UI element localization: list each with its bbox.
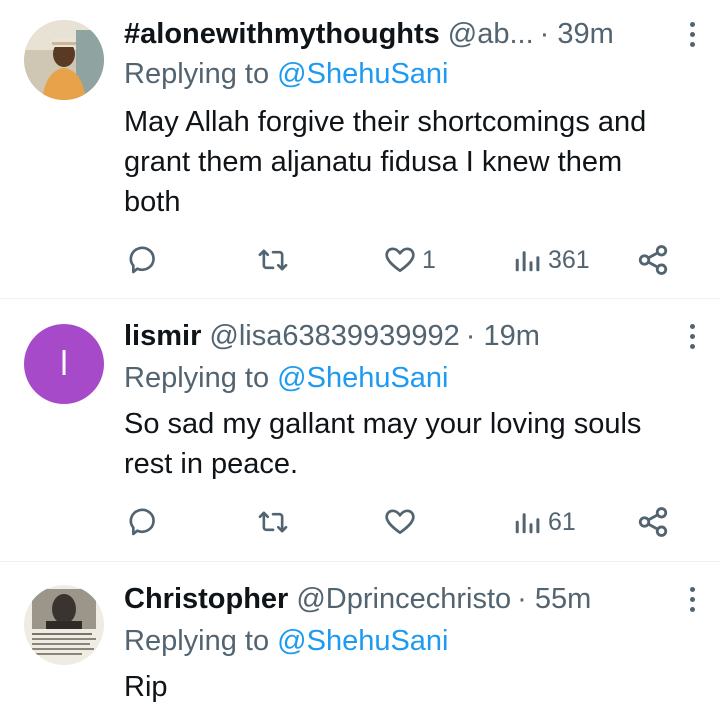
share-icon — [638, 245, 668, 275]
replying-to-line: Replying to @ShehuSani — [124, 621, 449, 661]
share-button[interactable] — [636, 502, 670, 542]
like-button[interactable]: 1 — [384, 240, 436, 280]
avatar-image — [24, 20, 104, 100]
views-icon — [515, 513, 540, 534]
user-handle[interactable]: @lisa63839939992 — [209, 316, 459, 356]
tweet-header: lismir @lisa63839939992 · 19m — [124, 316, 660, 356]
tweet-body-line: both — [124, 186, 181, 218]
action-bar: 1 361 — [124, 240, 700, 280]
tweet-body: May Allah forgive their shortcomings and… — [124, 102, 700, 222]
replying-to-line: Replying to @ShehuSani — [124, 54, 449, 94]
replying-to-mention[interactable]: @ShehuSani — [277, 362, 448, 394]
reply-button[interactable] — [128, 502, 160, 542]
replying-to-mention[interactable]: @ShehuSani — [277, 625, 448, 657]
like-count: 1 — [422, 245, 436, 274]
action-bar: 61 — [124, 502, 700, 542]
views-button[interactable]: 61 — [512, 502, 576, 542]
user-handle[interactable]: @ab... — [448, 14, 534, 54]
more-icon[interactable] — [678, 18, 706, 50]
timestamp[interactable]: · 19m — [466, 316, 540, 356]
tweet-body-line: rest in peace. — [124, 448, 299, 480]
more-icon[interactable] — [678, 320, 706, 352]
tweet[interactable]: Christopher @Dprincechristo · 55m Replyi… — [0, 562, 720, 711]
retweet-icon — [258, 249, 288, 271]
timestamp[interactable]: · 39m — [540, 14, 614, 54]
tweet-body-line: May Allah forgive their shortcomings and — [124, 106, 647, 138]
retweet-button[interactable] — [256, 240, 290, 280]
tweet[interactable]: #alonewithmythoughts @ab... · 39m Replyi… — [0, 0, 720, 298]
avatar[interactable]: l — [24, 324, 104, 404]
share-icon — [638, 507, 668, 537]
avatar[interactable] — [24, 20, 104, 100]
tweet-body-line: grant them aljanatu fidusa I knew them — [124, 146, 623, 178]
display-name[interactable]: Christopher — [124, 579, 288, 619]
tweet[interactable]: l lismir @lisa63839939992 · 19m Replying… — [0, 299, 720, 561]
display-name[interactable]: lismir — [124, 316, 201, 356]
tweet-body-line: So sad my gallant may your loving souls — [124, 408, 642, 440]
replying-to-label: Replying to — [124, 625, 270, 657]
retweet-button[interactable] — [256, 502, 290, 542]
reply-button[interactable] — [128, 240, 160, 280]
views-button[interactable]: 361 — [512, 240, 590, 280]
tweet-body: So sad my gallant may your loving souls … — [124, 404, 700, 484]
user-handle[interactable]: @Dprincechristo — [296, 579, 511, 619]
reply-icon — [129, 508, 155, 536]
replying-to-label: Replying to — [124, 58, 270, 90]
views-count: 361 — [548, 245, 590, 274]
tweet-header: #alonewithmythoughts @ab... · 39m — [124, 14, 660, 54]
tweet-body-line: Rip — [124, 671, 168, 703]
views-count: 61 — [548, 507, 576, 536]
more-icon[interactable] — [678, 583, 706, 615]
replying-to-mention[interactable]: @ShehuSani — [277, 58, 448, 90]
reply-feed: #alonewithmythoughts @ab... · 39m Replyi… — [0, 0, 720, 711]
like-icon — [385, 509, 415, 534]
reply-icon — [129, 246, 155, 274]
share-button[interactable] — [636, 240, 670, 280]
timestamp[interactable]: · 55m — [517, 579, 591, 619]
avatar[interactable] — [24, 585, 104, 665]
tweet-header: Christopher @Dprincechristo · 55m — [124, 579, 660, 619]
replying-to-line: Replying to @ShehuSani — [124, 358, 449, 398]
replying-to-label: Replying to — [124, 362, 270, 394]
like-icon — [385, 247, 415, 272]
retweet-icon — [258, 511, 288, 533]
tweet-body: Rip — [124, 667, 700, 707]
display-name[interactable]: #alonewithmythoughts — [124, 14, 440, 54]
like-button[interactable] — [384, 502, 416, 542]
avatar-image — [24, 585, 104, 665]
views-icon — [515, 251, 540, 272]
